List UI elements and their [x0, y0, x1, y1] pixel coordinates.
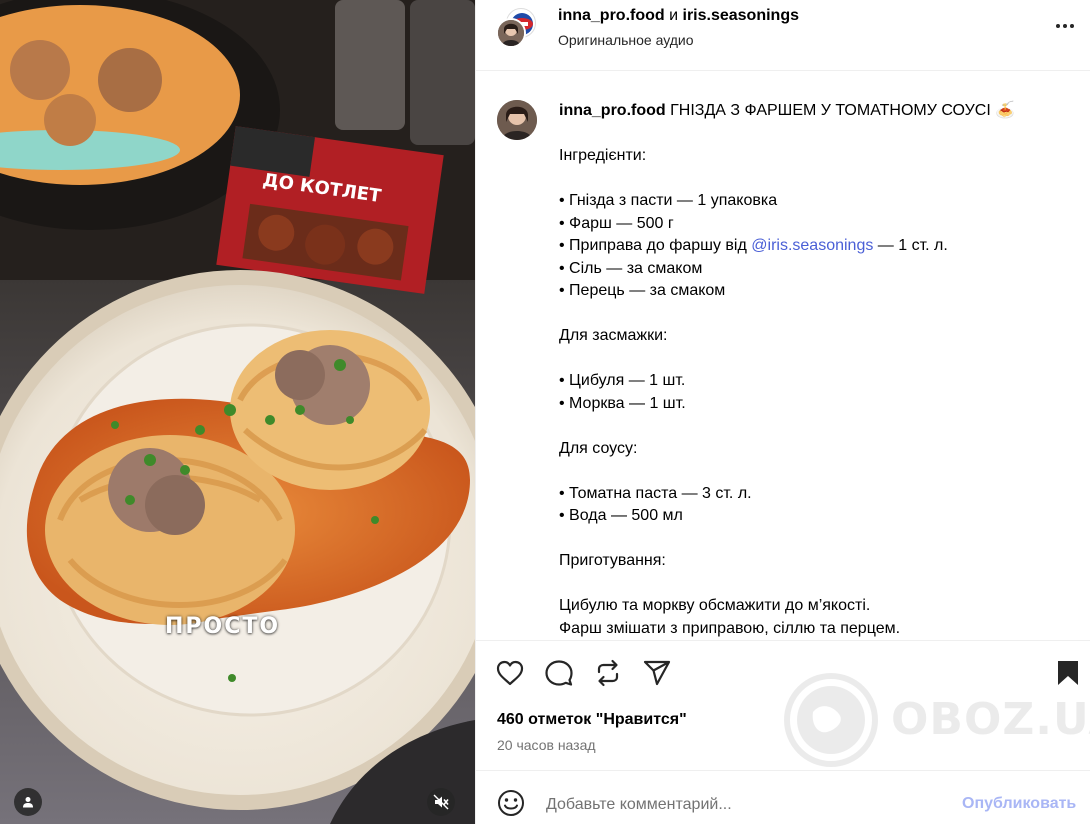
- post-sidebar: inna_pro.food и iris.seasonings Оригинал…: [475, 0, 1090, 824]
- caption-avatar[interactable]: [497, 100, 537, 140]
- caption-line: • Перець — за смаком: [559, 282, 726, 299]
- user-icon: [23, 797, 33, 808]
- caption-line: • Сіль — за смаком: [559, 259, 703, 277]
- caption-line: [559, 528, 1069, 551]
- caption-line: Інгредієнти:: [559, 147, 647, 164]
- mention-suffix: — 1 ст. л.: [873, 237, 948, 254]
- post-timestamp[interactable]: 20 часов назад: [497, 737, 596, 753]
- caption-line: Приготування:: [559, 552, 666, 569]
- profile-photo-icon: [498, 20, 524, 46]
- caption-line: [559, 303, 1069, 326]
- heart-icon[interactable]: [495, 658, 525, 688]
- caption-line: • Фарш — 500 г: [559, 214, 674, 232]
- comment-composer: Опубликовать: [476, 770, 1090, 824]
- collab-avatars[interactable]: [494, 8, 538, 52]
- caption-line: [559, 168, 1069, 191]
- caption-scroll-area[interactable]: inna_pro.food ГНІЗДА З ФАРШЕМ У ТОМАТНОМ…: [476, 72, 1090, 639]
- avatar-inna-pro-food[interactable]: [496, 18, 526, 48]
- share-icon[interactable]: [642, 658, 672, 688]
- action-bar: 460 отметок "Нравится" 20 часов назад: [476, 640, 1090, 770]
- caption-title: ГНІЗДА З ФАРШЕМ У ТОМАТНОМУ СОУСІ 🍝: [670, 102, 1016, 119]
- caption-line: Для засмажки:: [559, 327, 668, 344]
- authors-conjunction: и: [669, 7, 679, 24]
- caption-line: Для соусу:: [559, 439, 638, 457]
- profile-photo-icon: [497, 100, 537, 140]
- caption-line: • Вода — 500 мл: [559, 507, 683, 524]
- food-photo: ДО КОТЛЕТ: [0, 0, 475, 824]
- post-authors: inna_pro.food и iris.seasonings: [558, 7, 799, 25]
- speaker-muted-icon: [433, 794, 449, 810]
- video-caption-text: ПРОСТО: [165, 614, 281, 639]
- caption-line: [559, 123, 1069, 146]
- caption-author-link[interactable]: inna_pro.food: [559, 102, 666, 119]
- caption-line: • Цибуля — 1 шт.: [559, 372, 686, 389]
- caption-line: [559, 348, 1069, 371]
- author-link[interactable]: inna_pro.food: [558, 7, 665, 24]
- comment-input[interactable]: [546, 793, 926, 817]
- likes-count[interactable]: 460 отметок "Нравится": [497, 711, 687, 729]
- post-dialog: ДО КОТЛЕТ ПРОСТО inna_pro.food и iris.se…: [0, 0, 1090, 824]
- caption-line: • Томатна паста — 3 ст. л.: [559, 484, 752, 502]
- coauthor-link[interactable]: iris.seasonings: [683, 7, 800, 24]
- caption-text: inna_pro.food ГНІЗДА З ФАРШЕМ У ТОМАТНОМ…: [559, 100, 1069, 639]
- publish-button[interactable]: Опубликовать: [962, 795, 1076, 813]
- caption-line: Фарш змішати з приправою, сіллю та перце…: [559, 619, 901, 637]
- mention-link[interactable]: @iris.seasonings: [751, 237, 873, 254]
- caption-line: • Гнізда з пасти — 1 упаковка: [559, 192, 778, 209]
- caption-line: [559, 415, 1069, 438]
- mute-button[interactable]: [427, 788, 455, 816]
- emoji-icon[interactable]: [497, 789, 525, 817]
- post-header: inna_pro.food и iris.seasonings Оригинал…: [476, 0, 1090, 71]
- caption-mention-line: • Приправа до фаршу від @iris.seasonings…: [559, 235, 1069, 258]
- bookmark-icon[interactable]: [1053, 658, 1083, 688]
- caption-line: • Морква — 1 шт.: [559, 394, 686, 412]
- tagged-users-button[interactable]: [14, 788, 42, 816]
- audio-link[interactable]: Оригинальное аудио: [558, 32, 694, 48]
- reel-video[interactable]: ДО КОТЛЕТ ПРОСТО: [0, 0, 475, 824]
- comment-icon[interactable]: [544, 658, 574, 688]
- caption-line: Цибулю та моркву обсмажити до м’якості.: [559, 597, 871, 614]
- more-options-icon[interactable]: [1054, 15, 1076, 37]
- caption-line: [559, 460, 1069, 483]
- repost-icon[interactable]: [593, 658, 623, 688]
- caption-title-line: inna_pro.food ГНІЗДА З ФАРШЕМ У ТОМАТНОМ…: [559, 100, 1069, 123]
- mention-prefix: • Приправа до фаршу від: [559, 237, 752, 254]
- caption-line: [559, 573, 1069, 596]
